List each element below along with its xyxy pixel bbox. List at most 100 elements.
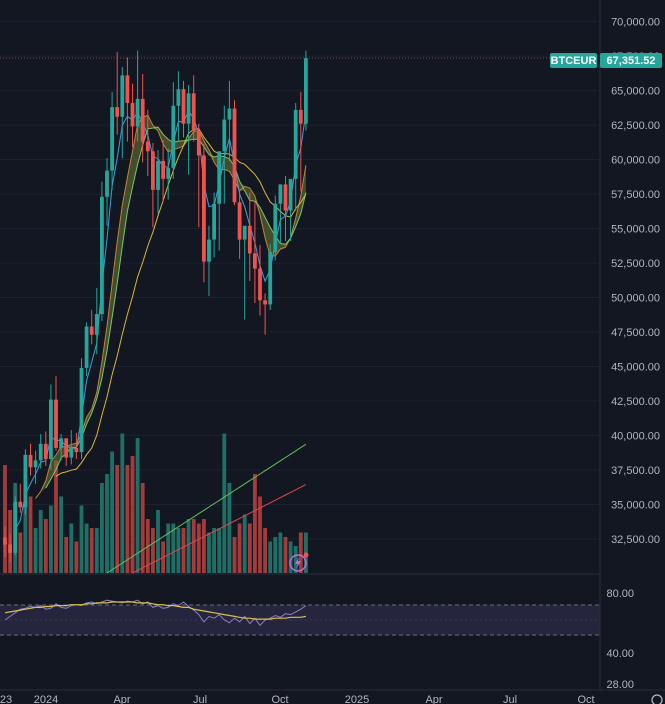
last-price-badge: BTCEUR 67,351.52 <box>550 53 662 68</box>
candle-body <box>140 98 145 142</box>
price-tick-label: 65,000.00 <box>611 86 660 98</box>
volume-bar <box>253 474 257 573</box>
volume-bar <box>64 537 69 573</box>
candle-body <box>304 58 308 124</box>
volume-bar <box>84 523 89 573</box>
volume-bar <box>54 460 58 573</box>
volume-bar <box>33 528 38 573</box>
candle-body <box>258 268 262 301</box>
candle-body <box>212 203 216 240</box>
volume-bar <box>222 433 227 573</box>
last-price-label: 67,351.52 <box>607 55 656 67</box>
candle-body <box>145 141 150 152</box>
volume-bar <box>166 523 171 573</box>
volume-bar <box>268 541 273 573</box>
candle-body <box>89 326 94 335</box>
candle-body <box>69 447 74 458</box>
candle-body <box>247 225 252 254</box>
price-tick-label: 45,000.00 <box>611 362 660 374</box>
time-tick-label: Apr <box>425 694 442 704</box>
volume-bar <box>28 496 33 573</box>
candle[interactable] <box>100 181 104 321</box>
time-tick-label: Jul <box>193 694 207 704</box>
candle-body <box>130 102 135 127</box>
candle[interactable] <box>232 100 237 206</box>
candle-body <box>115 107 120 117</box>
candle-body <box>8 544 12 553</box>
volume-bar <box>181 528 186 573</box>
time-tick-label: Oct <box>577 694 594 704</box>
volume-bar <box>202 519 206 573</box>
candle-body <box>196 130 201 156</box>
candle-body <box>13 501 18 553</box>
candle-body <box>288 178 293 211</box>
candle[interactable] <box>273 195 278 261</box>
price-tick-label: 40,000.00 <box>611 431 660 443</box>
volume-bar <box>69 523 74 573</box>
volume-bar <box>273 537 278 573</box>
volume-bar <box>105 474 109 573</box>
volume-bar <box>242 514 247 573</box>
candle-body <box>217 151 222 204</box>
volume-bar <box>115 465 120 573</box>
candle-body <box>232 108 237 203</box>
volume-bar <box>298 532 303 573</box>
volume-bar <box>151 528 155 573</box>
candle-body <box>207 239 211 262</box>
price-tick-label: 32,500.00 <box>611 534 660 546</box>
time-tick-label: Oct <box>271 694 288 704</box>
price-tick-label: 60,000.00 <box>611 155 660 167</box>
candle-body <box>283 184 288 211</box>
volume-bar <box>156 510 160 573</box>
time-tick-label: 2024 <box>34 694 58 704</box>
volume-bar <box>227 483 232 573</box>
candle-body <box>227 108 232 120</box>
candle-body <box>135 98 140 127</box>
candle-body <box>28 454 33 468</box>
candle-body <box>54 399 58 448</box>
candle-body <box>186 93 191 124</box>
candle-body <box>176 89 181 106</box>
volume-bar <box>38 510 43 573</box>
candle-body <box>293 109 298 179</box>
candle[interactable] <box>13 496 18 556</box>
candle-body <box>125 75 130 103</box>
candle-body <box>242 225 247 240</box>
candle[interactable] <box>79 358 84 459</box>
volume-bar <box>59 496 63 573</box>
candle[interactable] <box>304 50 308 131</box>
volume-bar <box>212 528 216 573</box>
candle-body <box>43 443 48 459</box>
btceur-chart[interactable]: 70,000.0067,500.0065,000.0062,500.0060,0… <box>0 0 665 704</box>
candle-body <box>33 460 38 468</box>
chart-background <box>0 0 665 704</box>
candle-body <box>49 399 53 459</box>
volume-bar <box>232 537 237 573</box>
rsi-tick-label: 28.00 <box>606 679 634 691</box>
candle-body <box>171 105 176 168</box>
price-tick-label: 47,500.00 <box>611 327 660 339</box>
rsi-tick-label: 80.00 <box>606 588 634 600</box>
volume-bar <box>100 483 104 573</box>
candle-body <box>79 367 84 453</box>
candle-body <box>268 252 273 305</box>
candle-body <box>222 119 227 152</box>
candle-body <box>74 447 79 453</box>
alert-dot <box>303 552 309 558</box>
time-tick-label: Jul <box>503 694 517 704</box>
candle-body <box>161 160 165 179</box>
candle-body <box>64 438 69 458</box>
volume-bar <box>18 532 23 573</box>
time-tick-label: Apr <box>113 694 130 704</box>
candle[interactable] <box>268 243 273 310</box>
price-tick-label: 42,500.00 <box>611 396 660 408</box>
volume-bar <box>217 528 222 573</box>
candle-body <box>166 167 171 179</box>
candle[interactable] <box>23 449 28 515</box>
volume-bar <box>237 523 242 573</box>
price-tick-label: 62,500.00 <box>611 120 660 132</box>
volume-bar <box>140 483 145 573</box>
price-tick-label: 52,500.00 <box>611 258 660 270</box>
candle-body <box>23 454 28 508</box>
candle-body <box>237 202 242 240</box>
